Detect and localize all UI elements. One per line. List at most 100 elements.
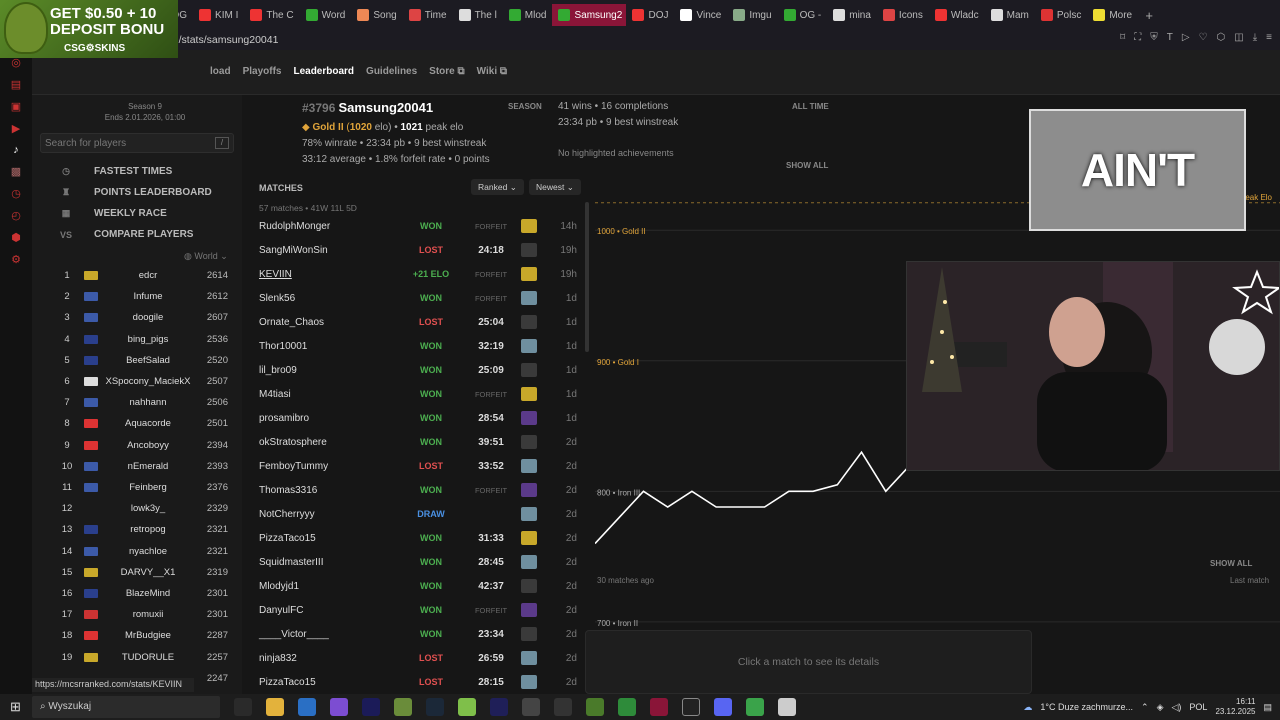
match-row[interactable]: okStratosphere WON 39:51 2d [251, 431, 587, 455]
browser-tab[interactable]: DOJ [626, 4, 674, 26]
nav-link-playoffs[interactable]: Playoffs [243, 66, 282, 77]
browser-tab[interactable]: Icons [877, 4, 929, 26]
match-row[interactable]: SquidmasterIII WON 28:45 2d [251, 551, 587, 575]
leaderboard-row[interactable]: 7 nahhann 2506 [52, 392, 232, 413]
show-all-achievements-button[interactable]: SHOW ALL [786, 161, 828, 170]
extensions-icon[interactable]: ⬡ [1217, 32, 1226, 43]
obsidian-icon[interactable] [330, 698, 348, 716]
app-white-icon[interactable] [778, 698, 796, 716]
leaderboard-row[interactable]: 18 MrBudgiee 2287 [52, 625, 232, 646]
menu-icon[interactable]: ≡ [1266, 32, 1272, 43]
browser-tab[interactable]: Word [300, 4, 352, 26]
browser-tab[interactable]: Time [403, 4, 453, 26]
match-row[interactable]: ninja832 LOST 26:59 2d [251, 647, 587, 671]
nav-link-wiki[interactable]: Wiki ⧉ [477, 66, 507, 77]
csgoskins-ad-banner[interactable]: GET $0.50 + 10 DEPOSIT BONU CSG⚙SKINS [0, 0, 178, 58]
premiere-icon[interactable] [490, 698, 508, 716]
browser-tab[interactable]: Song [351, 4, 402, 26]
play-icon[interactable]: ▷ [1182, 32, 1190, 43]
leaderboard-row[interactable]: 4 bing_pigs 2536 [52, 329, 232, 350]
match-row[interactable]: RudolphMonger WON FORFEIT 14h [251, 215, 587, 239]
player-search-input[interactable]: Search for players / [40, 133, 234, 153]
leaderboard-row[interactable]: 1 edcr 2614 [52, 265, 232, 286]
nav-link-leaderboard[interactable]: Leaderboard [293, 66, 354, 77]
after-effects-icon[interactable] [362, 698, 380, 716]
match-row[interactable]: lil_bro09 WON 25:09 1d [251, 359, 587, 383]
leaderboard-row[interactable]: 14 nyachloe 2321 [52, 541, 232, 562]
leaderboard-row[interactable]: 5 BeefSalad 2520 [52, 350, 232, 371]
network-icon[interactable]: ◈ [1157, 702, 1164, 713]
browser-tab[interactable]: KIM I [193, 4, 244, 26]
match-row[interactable]: DanyulFC WON FORFEIT 2d [251, 599, 587, 623]
leaderboard-row[interactable]: 12 lowk3y_ 2329 [52, 498, 232, 519]
leaderboard-row[interactable]: 10 nEmerald 2393 [52, 456, 232, 477]
translate-icon[interactable]: T [1167, 32, 1173, 43]
match-row[interactable]: M4tiasi WON FORFEIT 1d [251, 383, 587, 407]
match-row[interactable]: Thomas3316 WON FORFEIT 2d [251, 479, 587, 503]
taskbar-search[interactable]: ⌕ Wyszukaj [32, 696, 220, 718]
nav-fastest-times[interactable]: ◷ FASTEST TIMES [60, 166, 172, 177]
twitch-icon[interactable]: ▩ [11, 165, 21, 178]
notepad-icon[interactable] [458, 698, 476, 716]
heart-icon[interactable]: ♡ [1199, 32, 1208, 43]
leaderboard-row[interactable]: 8 Aquacorde 2501 [52, 413, 232, 434]
leaderboard-row[interactable]: 19 TUDORULE 2257 [52, 647, 232, 668]
notification-icon[interactable]: ▤ [1263, 702, 1272, 713]
match-row[interactable]: FemboyTummy LOST 33:52 2d [251, 455, 587, 479]
nav-link-download[interactable]: load [210, 66, 231, 77]
settings-icon[interactable]: ⚙ [11, 253, 21, 266]
nav-points-leaderboard[interactable]: ♜ POINTS LEADERBOARD [60, 187, 212, 198]
browser-tab[interactable]: Samsung2 [552, 4, 627, 26]
browser-tab[interactable]: Wladc [929, 4, 985, 26]
box-icon[interactable]: ⬢ [11, 231, 21, 244]
weather-text[interactable]: 1°C Duze zachmurze... [1040, 702, 1133, 712]
sort-dropdown[interactable]: Newest ⌄ [529, 179, 581, 195]
browser-tab[interactable]: The l [453, 4, 503, 26]
browser-tab[interactable]: mina [827, 4, 877, 26]
leaderboard-row[interactable]: 11 Feinberg 2376 [52, 477, 232, 498]
chrome-icon[interactable] [746, 698, 764, 716]
nav-link-guidelines[interactable]: Guidelines [366, 66, 417, 77]
wallet-icon[interactable]: ◫ [1234, 32, 1243, 43]
match-row[interactable]: NotCherryyy DRAW 2d [251, 503, 587, 527]
browser-tab[interactable]: More [1087, 4, 1138, 26]
bookmark-icon[interactable]: ⌑ [1120, 32, 1125, 43]
discord-icon[interactable] [714, 698, 732, 716]
shield-icon[interactable]: ⛨ [1150, 32, 1158, 43]
match-row[interactable]: PizzaTaco15 WON 31:33 2d [251, 527, 587, 551]
chart-show-all-button[interactable]: SHOW ALL [1210, 559, 1252, 568]
match-type-dropdown[interactable]: Ranked ⌄ [471, 179, 524, 195]
match-row[interactable]: SangMiWonSin LOST 24:18 19h [251, 239, 587, 263]
download-icon[interactable]: ⤓ [1253, 32, 1257, 43]
volume-icon[interactable]: ◁) [1172, 702, 1182, 713]
browser-tab[interactable]: The C [244, 4, 299, 26]
leaderboard-row[interactable]: 17 romuxii 2301 [52, 604, 232, 625]
file-explorer-icon[interactable] [266, 698, 284, 716]
leaderboard-row[interactable]: 2 Infume 2612 [52, 286, 232, 307]
task-view-icon[interactable] [234, 698, 252, 716]
match-row[interactable]: prosamibro WON 28:54 1d [251, 407, 587, 431]
match-row[interactable]: PizzaTaco15 LOST 28:15 2d [251, 671, 587, 695]
history-icon[interactable]: ◷ [11, 187, 21, 200]
region-select[interactable]: ◍ World ⌄ [184, 251, 228, 262]
browser-tab[interactable]: Vince [674, 4, 727, 26]
match-row[interactable]: KEVIIN +21 ELO FORFEIT 19h [251, 263, 587, 287]
settings-icon[interactable] [522, 698, 540, 716]
gx-corner-icon[interactable]: ▤ [11, 78, 21, 91]
opera-gx-icon[interactable] [650, 698, 668, 716]
match-list-scrollbar[interactable] [585, 202, 589, 352]
nav-link-store[interactable]: Store ⧉ [429, 66, 464, 77]
minecraft-launcher-icon[interactable] [586, 698, 604, 716]
leaderboard-row[interactable]: 15 DARVY__X1 2319 [52, 562, 232, 583]
browser-tab[interactable]: Mam [985, 4, 1035, 26]
language-indicator[interactable]: POL [1189, 702, 1207, 712]
leaderboard-row[interactable]: 3 doogile 2607 [52, 307, 232, 328]
screenshot-icon[interactable]: ⛶ [1134, 32, 1141, 43]
tray-chevron-icon[interactable]: ⌃ [1141, 702, 1149, 713]
tiktok-icon[interactable]: ♪ [13, 144, 19, 156]
match-row[interactable]: Mlodyjd1 WON 42:37 2d [251, 575, 587, 599]
clock-icon[interactable]: ◴ [11, 209, 21, 222]
minecraft-icon[interactable] [394, 698, 412, 716]
browser-tab[interactable]: OG - [778, 4, 828, 26]
leaderboard-row[interactable]: 13 retropog 2321 [52, 519, 232, 540]
